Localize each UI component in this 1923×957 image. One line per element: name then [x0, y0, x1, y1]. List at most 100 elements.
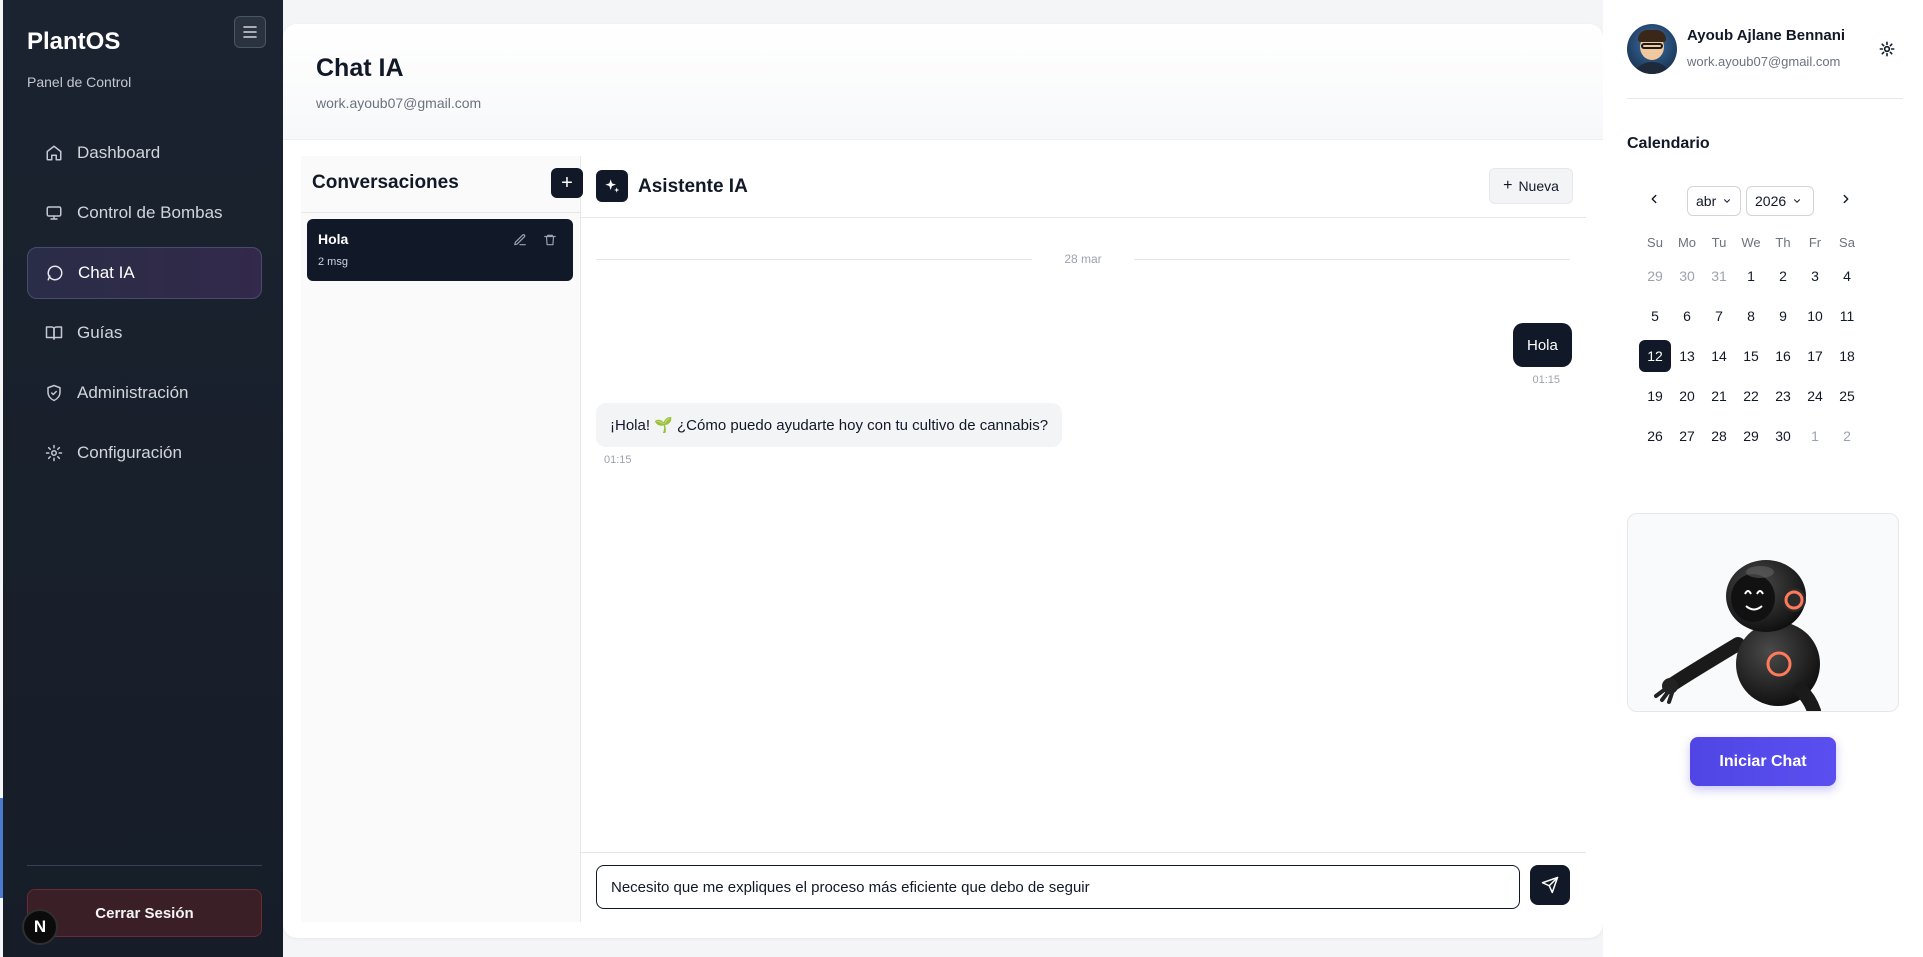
calendar-day[interactable]: 13 [1671, 340, 1703, 372]
sidebar-item-label: Chat IA [78, 263, 135, 282]
calendar-week-row: 19 20 21 22 23 24 25 [1639, 376, 1863, 416]
year-select[interactable]: 2026 [1746, 186, 1814, 216]
right-panel: Ayoub Ajlane Bennani work.ayoub07@gmail.… [1603, 0, 1923, 957]
calendar-day[interactable]: 24 [1799, 380, 1831, 412]
chevron-down-icon [1724, 199, 1731, 203]
sidebar-item-label: Dashboard [77, 143, 161, 162]
chat-composer [580, 852, 1586, 922]
user-email: work.ayoub07@gmail.com [1687, 54, 1841, 69]
conversation-title: Hola [318, 231, 349, 247]
weekday-label: Mo [1677, 234, 1697, 250]
sidebar-item-administracion[interactable]: Administración [27, 367, 262, 419]
sidebar: PlantOS Panel de Control Dashboard Contr… [3, 0, 283, 957]
calendar-day[interactable]: 27 [1671, 420, 1703, 452]
calendar-day-today[interactable]: 12 [1639, 340, 1671, 372]
calendar-grid: Su Mo Tu We Th Fr Sa 29 30 31 1 2 3 4 5 … [1639, 228, 1863, 456]
calendar-day[interactable]: 3 [1799, 260, 1831, 292]
calendar-day[interactable]: 26 [1639, 420, 1671, 452]
calendar-day[interactable]: 21 [1703, 380, 1735, 412]
sidebar-item-control-de-bombas[interactable]: Control de Bombas [27, 187, 262, 239]
calendar-day[interactable]: 10 [1799, 300, 1831, 332]
calendar-day[interactable]: 29 [1735, 420, 1767, 452]
month-select[interactable]: abr [1687, 186, 1741, 216]
weekday-label: Th [1775, 234, 1791, 250]
home-icon [45, 144, 63, 162]
trash-icon[interactable] [543, 233, 557, 247]
user-message-bubble: Hola [1513, 323, 1572, 367]
month-select-value: abr [1696, 193, 1717, 209]
send-button[interactable] [1530, 865, 1570, 905]
chevron-down-icon [1794, 199, 1801, 203]
assistant-message-bubble: ¡Hola! 🌱 ¿Cómo puedo ayudarte hoy con tu… [596, 403, 1063, 447]
shield-icon [45, 384, 63, 402]
app-badge[interactable]: N [22, 909, 58, 945]
new-conversation-button[interactable]: + [551, 168, 583, 198]
logout-button[interactable]: Cerrar Sesión [27, 889, 262, 937]
calendar-day[interactable]: 29 [1639, 260, 1671, 292]
chat-header: Asistente IA + Nueva [580, 156, 1586, 218]
chevron-left-icon[interactable] [1647, 192, 1661, 206]
weekday-label: We [1741, 234, 1761, 250]
calendar-day[interactable]: 16 [1767, 340, 1799, 372]
sidebar-toggle-button[interactable] [234, 16, 266, 48]
calendar-day[interactable]: 8 [1735, 300, 1767, 332]
calendar-day[interactable]: 17 [1799, 340, 1831, 372]
calendar-day[interactable]: 22 [1735, 380, 1767, 412]
conversations-title: Conversaciones [312, 172, 459, 193]
sidebar-item-chat-ia[interactable]: Chat IA [27, 247, 262, 299]
new-chat-button[interactable]: + Nueva [1489, 168, 1573, 204]
page-title: Chat IA [316, 54, 404, 82]
calendar-day[interactable]: 15 [1735, 340, 1767, 372]
sidebar-item-dashboard[interactable]: Dashboard [27, 127, 262, 179]
weekday-label: Sa [1839, 234, 1855, 250]
chat-message-input[interactable] [596, 865, 1520, 909]
weekday-label: Fr [1808, 234, 1822, 250]
page-subtitle-email: work.ayoub07@gmail.com [316, 95, 482, 111]
calendar-day[interactable]: 2 [1831, 420, 1863, 452]
calendar-week-row: 26 27 28 29 30 1 2 [1639, 416, 1863, 456]
calendar-week-row: 29 30 31 1 2 3 4 [1639, 256, 1863, 296]
calendar-day[interactable]: 30 [1767, 420, 1799, 452]
gear-icon [45, 444, 63, 462]
weekday-label: Su [1647, 234, 1663, 250]
calendar-day[interactable]: 4 [1831, 260, 1863, 292]
calendar-day[interactable]: 5 [1639, 300, 1671, 332]
calendar-day[interactable]: 11 [1831, 300, 1863, 332]
calendar-day[interactable]: 9 [1767, 300, 1799, 332]
plus-icon: + [1503, 177, 1513, 194]
calendar-day[interactable]: 7 [1703, 300, 1735, 332]
new-chat-label: Nueva [1518, 178, 1559, 194]
edit-icon[interactable] [513, 233, 527, 247]
message-timestamp: 01:15 [604, 454, 632, 466]
conversation-item[interactable]: Hola 2 msg [307, 219, 573, 281]
calendar-day[interactable]: 6 [1671, 300, 1703, 332]
calendar-day[interactable]: 19 [1639, 380, 1671, 412]
calendar-day[interactable]: 1 [1799, 420, 1831, 452]
chevron-right-icon[interactable] [1839, 192, 1853, 206]
calendar-day[interactable]: 25 [1831, 380, 1863, 412]
calendar-day[interactable]: 2 [1767, 260, 1799, 292]
calendar-day[interactable]: 28 [1703, 420, 1735, 452]
conversations-divider [301, 212, 581, 213]
message-circle-icon [46, 264, 64, 282]
date-divider-label: 28 mar [1064, 252, 1102, 266]
avatar[interactable] [1627, 24, 1677, 74]
calendar-day[interactable]: 1 [1735, 260, 1767, 292]
calendar-day[interactable]: 31 [1703, 260, 1735, 292]
start-chat-button[interactable]: Iniciar Chat [1690, 737, 1836, 786]
calendar-day[interactable]: 23 [1767, 380, 1799, 412]
message-timestamp: 01:15 [1532, 374, 1560, 386]
sidebar-item-label: Control de Bombas [77, 203, 223, 222]
robot-illustration-card [1627, 513, 1899, 712]
calendar-day[interactable]: 18 [1831, 340, 1863, 372]
conversation-message-count: 2 msg [318, 256, 348, 268]
calendar-day[interactable]: 30 [1671, 260, 1703, 292]
sidebar-item-configuracion[interactable]: Configuración [27, 427, 262, 479]
year-select-value: 2026 [1755, 193, 1787, 209]
calendar-day[interactable]: 14 [1703, 340, 1735, 372]
settings-gear-icon[interactable] [1879, 41, 1895, 57]
calendar-day[interactable]: 20 [1671, 380, 1703, 412]
sidebar-item-guias[interactable]: Guías [27, 307, 262, 359]
weekday-label: Tu [1711, 234, 1727, 250]
calendar-title: Calendario [1627, 135, 1710, 152]
